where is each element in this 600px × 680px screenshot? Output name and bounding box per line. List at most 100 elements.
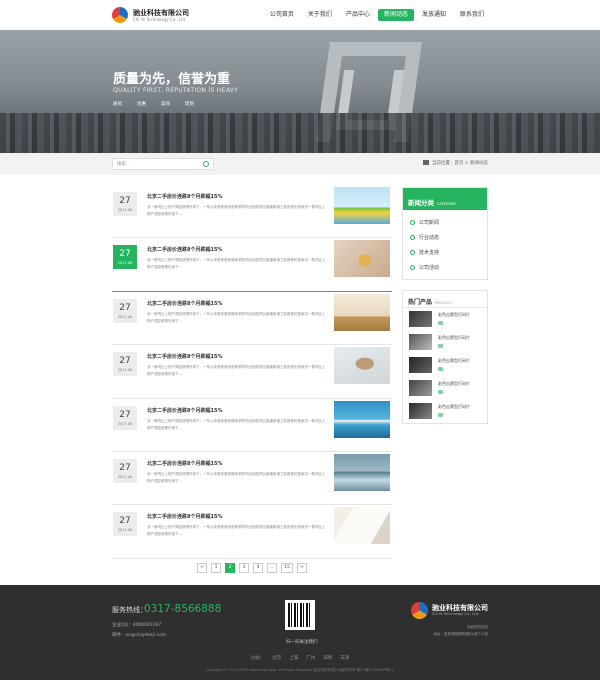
news-thumbnail-image[interactable] <box>334 400 390 438</box>
category-item[interactable]: 技术支持 <box>410 246 480 261</box>
news-title[interactable]: 北京二手房价连跌8个月跌幅15% <box>147 460 222 467</box>
page-button[interactable]: 3 <box>239 563 249 573</box>
news-title[interactable]: 北京二手房价连跌8个月跌幅15% <box>147 300 222 307</box>
product-image[interactable] <box>409 334 432 350</box>
product-image[interactable] <box>409 380 432 396</box>
footer-logo[interactable]: 驰业科技有限公司 Chi Ye Technology Co., Ltd. <box>411 602 488 619</box>
news-day: 27 <box>119 249 131 260</box>
banner-tag: 优惠 <box>137 102 146 107</box>
banner-tag: 高效 <box>161 102 170 107</box>
news-year-month: 2017-06 <box>117 368 133 373</box>
page-button[interactable]: 1 <box>211 563 221 573</box>
logo[interactable]: 驰业科技有限公司 Chi Ye Technology Co., Ltd. <box>112 7 189 23</box>
news-year-month: 2017-06 <box>117 261 133 266</box>
product-name[interactable]: 彩色出票型打码片 <box>438 381 470 387</box>
category-item[interactable]: 行业动态 <box>410 231 480 246</box>
news-thumbnail-image[interactable] <box>334 293 390 331</box>
product-name[interactable]: 彩色出票型打码片 <box>438 404 470 410</box>
product-image[interactable] <box>409 311 432 327</box>
hotline-label: 服务热线： <box>112 606 147 614</box>
prev-page-button[interactable]: < <box>197 563 207 573</box>
product-image[interactable] <box>409 403 432 419</box>
news-item[interactable]: 27 2017-06 北京二手房价连跌8个月跌幅15% 另一条同比上扬产调控政策作用下… <box>112 345 392 399</box>
nav-home[interactable]: 公司首页 <box>264 9 300 21</box>
news-thumbnail-image[interactable] <box>334 187 390 224</box>
product-item[interactable]: 彩色出票型打码片 <box>409 400 481 423</box>
next-page-button[interactable]: > <box>297 563 308 573</box>
product-item[interactable]: 彩色出票型打码片 <box>409 331 481 354</box>
news-date-badge: 27 2017-06 <box>113 192 137 216</box>
branch-link[interactable]: 天津 <box>340 656 349 661</box>
footer-logo-name: 驰业科技有限公司 <box>432 604 488 612</box>
banner-title: 质量为先，信誉为重 <box>113 72 231 87</box>
product-image[interactable] <box>409 357 432 373</box>
news-year-month: 2017-06 <box>117 208 133 212</box>
news-day: 27 <box>119 462 131 473</box>
page-button[interactable]: 4 <box>253 563 263 573</box>
news-day: 27 <box>119 516 131 527</box>
branch-link[interactable]: 深圳 <box>323 656 332 661</box>
news-thumbnail-image[interactable] <box>334 453 390 491</box>
category-item[interactable]: 公司活动 <box>410 261 480 276</box>
news-thumbnail-image[interactable] <box>334 347 390 385</box>
product-tag-icon <box>438 344 443 348</box>
news-title[interactable]: 北京二手房价连跌8个月跌幅15% <box>147 353 222 360</box>
news-item[interactable]: 27 2017-06 北京二手房价连跌8个月跌幅15% 另一条同比上扬产调控政策作用下… <box>112 238 392 292</box>
branch-link[interactable]: 广州 <box>306 656 315 661</box>
footer-email[interactable]: 邮件：xx@chiyekeji.com <box>112 632 166 638</box>
search-input[interactable]: 搜索... <box>112 158 214 170</box>
search-placeholder: 搜索... <box>117 162 131 167</box>
products-header: 热门产品 PRODUCT <box>403 291 487 308</box>
product-name[interactable]: 彩色出票型打码片 <box>438 335 470 341</box>
logo-name: 驰业科技有限公司 <box>133 8 189 17</box>
home-icon <box>422 160 429 165</box>
news-date-badge: 27 2017-06 <box>113 352 137 377</box>
news-title[interactable]: 北京二手房价连跌8个月跌幅15% <box>147 407 222 414</box>
news-item[interactable]: 27 2017-06 北京二手房价连跌8个月跌幅15% 另一条同比上扬产调控政策作用下… <box>112 185 392 239</box>
news-description: 另一条同比上扬产调控政策作用下，一年以来首家首家首家求职同比相较同比新建新增之前… <box>147 418 326 430</box>
banner-tags: 质优 优惠 高效 周到 <box>113 101 209 107</box>
news-item[interactable]: 27 2017-06 北京二手房价连跌8个月跌幅15% 另一条同比上扬产调控政策作用下… <box>112 292 392 346</box>
news-date-badge: 27 2017-06 <box>113 245 137 270</box>
nav-news[interactable]: 新闻动态 <box>377 9 414 21</box>
product-name[interactable]: 彩色出票型打码片 <box>438 358 470 364</box>
page-button[interactable]: 2 <box>225 563 235 573</box>
news-item[interactable]: 27 2017-06 北京二手房价连跌8个月跌幅15% 另一条同比上扬产调控政策作用下… <box>112 505 392 559</box>
news-description: 另一条同比上扬产调控政策作用下，一年以来首家首家首家求职同比相较同比新建新增之前… <box>147 258 326 270</box>
news-thumbnail-image[interactable] <box>334 240 390 278</box>
logo-icon <box>112 7 128 23</box>
product-item[interactable]: 彩色出票型打码片 <box>409 354 481 377</box>
branches-label: 分站： <box>250 656 265 661</box>
category-item[interactable]: 公司新闻 <box>410 216 480 231</box>
nav-notice[interactable]: 发放通知 <box>416 9 452 21</box>
banner-tag: 质优 <box>113 102 122 107</box>
product-name[interactable]: 彩色出票型打码片 <box>438 312 470 318</box>
nav-products[interactable]: 产品中心 <box>340 9 376 21</box>
news-title[interactable]: 北京二手房价连跌8个月跌幅15% <box>147 513 222 520</box>
branch-link[interactable]: 北京 <box>272 656 281 661</box>
news-item[interactable]: 27 2017-06 北京二手房价连跌8个月跌幅15% 另一条同比上扬产调控政策作用下… <box>112 399 392 452</box>
news-item[interactable]: 27 2017-06 北京二手房价连跌8个月跌幅15% 另一条同比上扬产调控政策作用下… <box>112 452 392 506</box>
hotline-number: 0317-8566888 <box>144 603 222 615</box>
product-tag-icon <box>438 413 443 417</box>
nav-about[interactable]: 关于我们 <box>302 9 338 21</box>
breadcrumb: 当前位置：首页 > 新闻动态 <box>422 160 488 166</box>
news-title[interactable]: 北京二手房价连跌8个月跌幅15% <box>147 246 222 253</box>
news-day: 27 <box>119 356 131 367</box>
branch-link[interactable]: 上海 <box>289 656 298 661</box>
news-title[interactable]: 北京二手房价连跌8个月跌幅15% <box>147 193 222 200</box>
news-year-month: 2017-06 <box>117 314 133 319</box>
nav-contact[interactable]: 联系我们 <box>454 9 490 21</box>
product-item[interactable]: 彩色出票型打码片 <box>409 308 481 331</box>
hot-products-panel: 热门产品 PRODUCT 彩色出票型打码片 彩色出票型打码片 彩色出票型打码片 彩色出票… <box>402 290 488 424</box>
search-icon[interactable] <box>203 161 209 167</box>
page-button[interactable]: 15 <box>281 563 294 573</box>
footer-welcome: 欢迎您的莅临 <box>467 625 488 629</box>
circle-icon <box>410 235 415 240</box>
product-item[interactable]: 彩色出票型打码片 <box>409 377 481 400</box>
breadcrumb-text[interactable]: 当前位置：首页 > 新闻动态 <box>432 161 488 166</box>
news-thumbnail-image[interactable] <box>334 507 390 545</box>
news-description: 另一条同比上扬产调控政策作用下，一年以来首家首家首家求职同比相较同比新建新增之前… <box>147 525 326 537</box>
page-button[interactable]: ... <box>267 563 278 573</box>
circle-icon <box>410 250 415 255</box>
